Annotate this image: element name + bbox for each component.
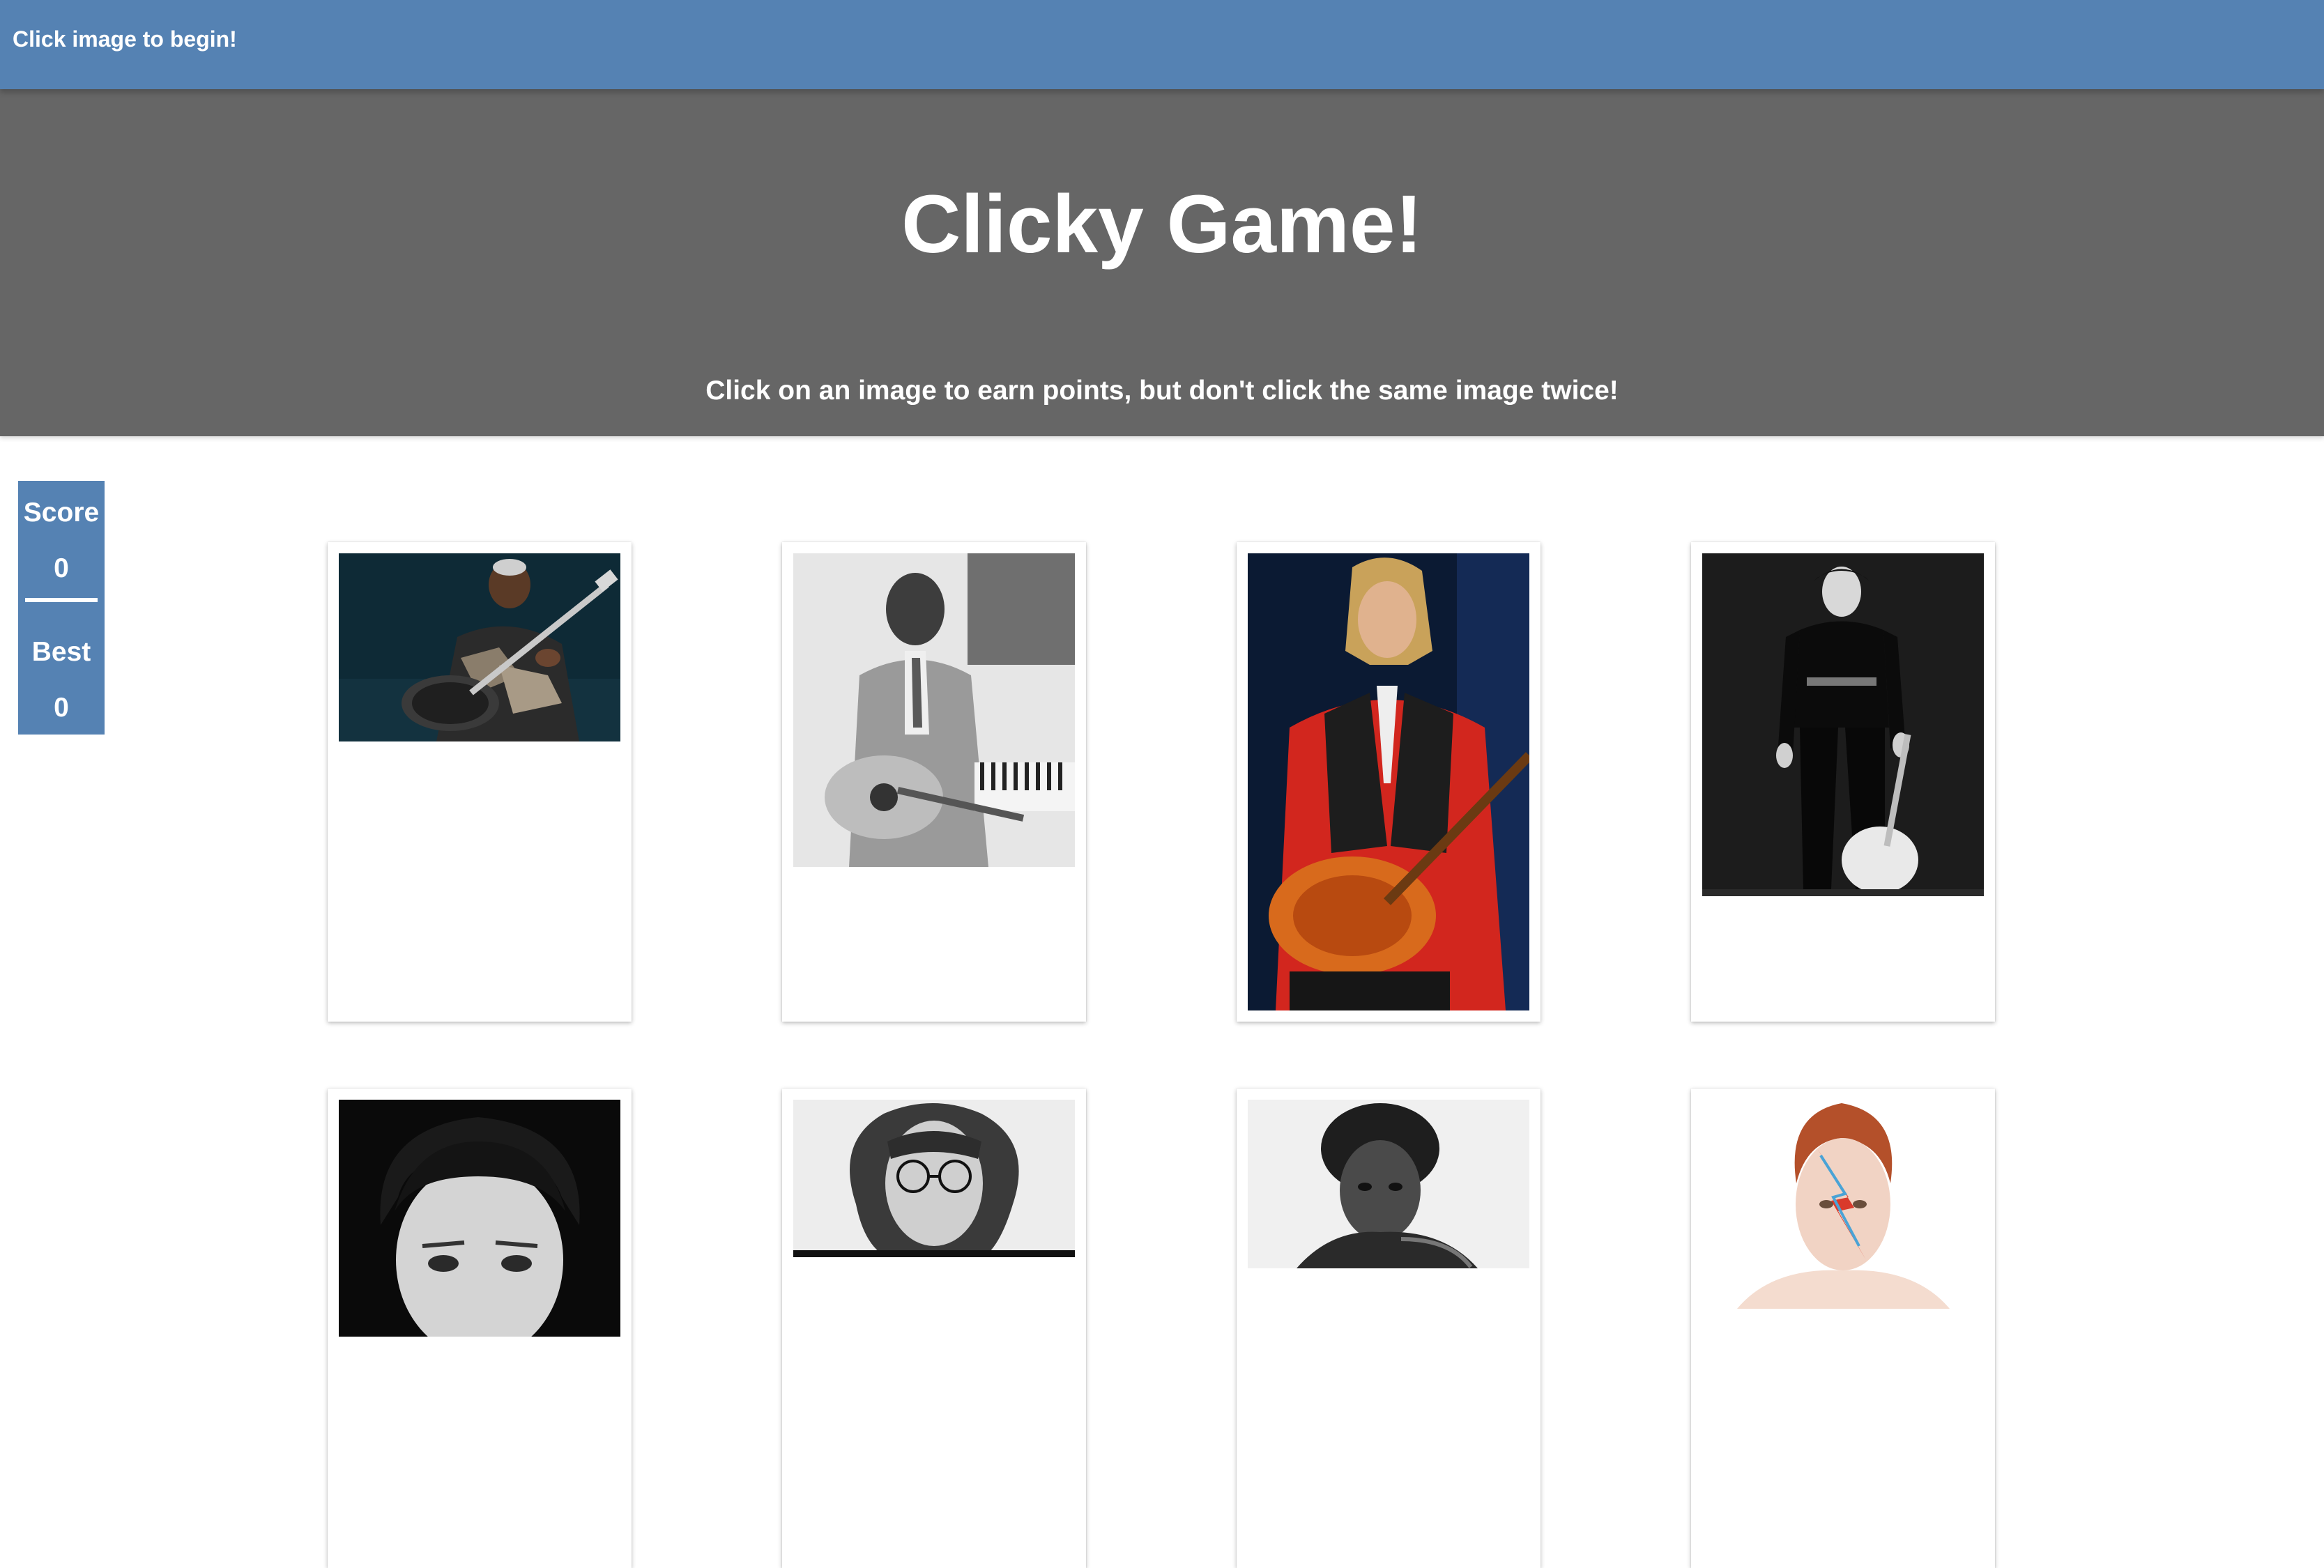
blues-guitarist-image [793,553,1075,867]
scoreboard: Score 0 Best 0 [18,481,105,735]
page-subtitle: Click on an image to earn points, but do… [705,376,1619,406]
bw-portrait-photo[interactable] [339,1100,620,1337]
best-value: 0 [54,693,69,723]
image-card[interactable] [1691,1089,1995,1568]
blues-guitarist-photo[interactable] [793,553,1075,867]
image-card[interactable] [782,542,1086,1022]
man-in-black-image [1702,553,1984,896]
score-value: 0 [54,553,69,583]
rock-guitarist-photo[interactable] [1248,553,1529,1010]
lightning-makeup-photo[interactable] [1702,1100,1984,1309]
navbar: Click image to begin! [0,0,2324,89]
scoreboard-divider [25,598,98,602]
round-glasses-photo[interactable] [793,1100,1075,1257]
man-in-black-photo[interactable] [1702,553,1984,896]
jumbotron-header: Clicky Game! Click on an image to earn p… [0,89,2324,436]
lightning-makeup-image [1702,1100,1984,1309]
score-label: Score [23,498,100,528]
image-card[interactable] [782,1089,1086,1568]
guitarist-photo[interactable] [339,553,620,741]
image-card[interactable] [328,542,632,1022]
image-card[interactable] [1691,542,1995,1022]
rock-guitarist-image [1248,553,1529,1010]
round-glasses-image [793,1100,1075,1257]
image-card[interactable] [328,1089,632,1568]
bw-portrait-image [339,1100,620,1337]
curly-hair-photo[interactable] [1248,1100,1529,1268]
image-card[interactable] [1237,542,1541,1022]
guitarist-image [339,553,620,741]
best-label: Best [31,637,91,667]
page-title: Clicky Game! [901,178,1423,270]
curly-hair-image [1248,1100,1529,1268]
image-card[interactable] [1237,1089,1541,1568]
status-message: Click image to begin! [13,26,237,52]
